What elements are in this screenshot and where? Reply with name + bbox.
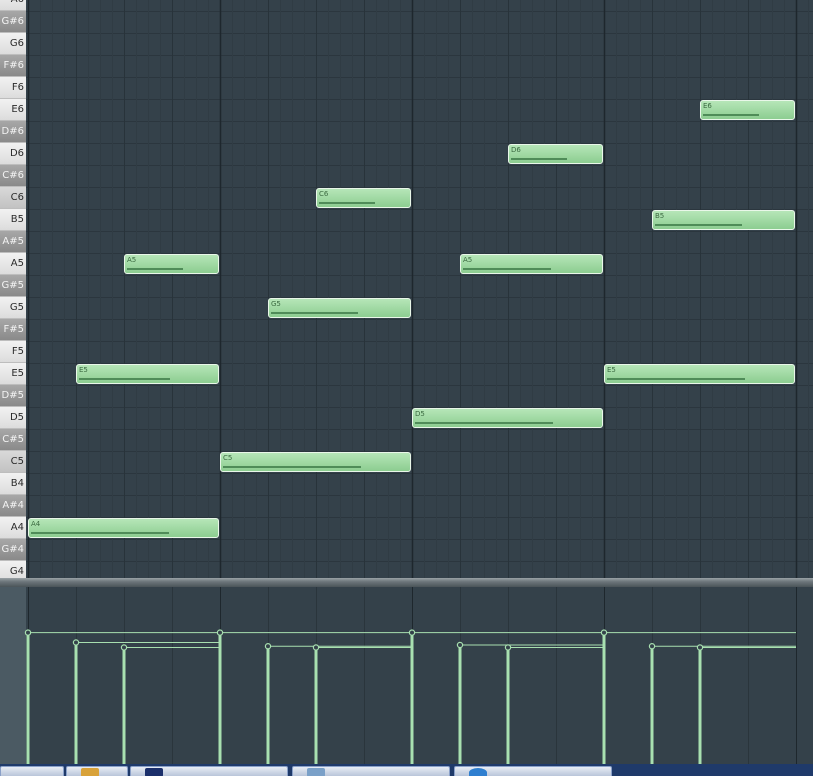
piano-key-d-sharp5[interactable]: D#5 [0,385,26,407]
piano-key-a-sharp4[interactable]: A#4 [0,495,26,517]
piano-key-c-sharp6[interactable]: C#6 [0,165,26,187]
taskbar-button-folder[interactable] [66,766,128,776]
note-velocity-bar [223,466,361,468]
folder-icon [81,768,99,776]
velocity-handle[interactable] [312,644,320,651]
piano-key-a5[interactable]: A5 [0,253,26,275]
piano-key-b5[interactable]: B5 [0,209,26,231]
velocity-handle[interactable] [24,629,32,636]
piano-key-g6[interactable]: G6 [0,33,26,55]
note-grid[interactable]: A4 E5 A5 C5 G5 C6 D5 A5 D6 E5 B5 E6 [26,0,813,578]
velocity-handle[interactable] [696,644,704,651]
taskbar-button-start[interactable] [0,766,64,776]
note-label: A4 [31,520,41,528]
velocity-handle[interactable] [120,644,128,651]
note-velocity-bar [463,268,551,270]
piano-key-a6[interactable]: A6 [0,0,26,11]
note-label: G5 [271,300,281,308]
note-label: B5 [655,212,665,220]
note-e6[interactable]: E6 [700,100,795,120]
note-velocity-bar [79,378,170,380]
taskbar-button-app[interactable] [292,766,450,776]
note-velocity-bar [415,422,553,424]
velocity-handle[interactable] [600,629,608,636]
fl-studio-icon [145,768,163,776]
note-b5[interactable]: B5 [652,210,795,230]
piano-key-c5[interactable]: C5 [0,451,26,473]
velocity-handle[interactable] [648,643,656,650]
note-g5[interactable]: G5 [268,298,411,318]
velocity-handle[interactable] [456,641,464,649]
piano-key-c-sharp5[interactable]: C#5 [0,429,26,451]
velocity-lanes [24,587,797,764]
note-d5[interactable]: D5 [412,408,603,428]
piano-key-b4[interactable]: B4 [0,473,26,495]
note-label: D6 [511,146,521,154]
note-velocity-bar [127,268,183,270]
event-editor[interactable] [0,587,813,764]
note-d6[interactable]: D6 [508,144,603,164]
piano-key-e6[interactable]: E6 [0,99,26,121]
browser-icon [469,768,487,776]
app-icon [307,768,325,776]
piano-key-f6[interactable]: F6 [0,77,26,99]
piano-key-g-sharp6[interactable]: G#6 [0,11,26,33]
piano-key-d6[interactable]: D6 [0,143,26,165]
velocity-handle[interactable] [72,639,80,646]
note-velocity-bar [511,158,567,160]
velocity-handle[interactable] [504,644,512,651]
velocity-handle[interactable] [216,629,224,636]
piano-key-c6[interactable]: C6 [0,187,26,209]
note-c5[interactable]: C5 [220,452,411,472]
note-c6[interactable]: C6 [316,188,411,208]
piano-roll-window: A6G#6G6F#6F6E6D#6D6C#6C6B5A#5A5G#5G5F#5F… [0,0,813,776]
note-velocity-bar [31,532,169,534]
piano-key-e5[interactable]: E5 [0,363,26,385]
piano-key-d-sharp6[interactable]: D#6 [0,121,26,143]
note-label: D5 [415,410,425,418]
piano-key-g-sharp4[interactable]: G#4 [0,539,26,561]
note-velocity-bar [271,312,358,314]
note-label: C6 [319,190,329,198]
note-label: E5 [79,366,88,374]
note-velocity-bar [607,378,745,380]
piano-key-f5[interactable]: F5 [0,341,26,363]
velocity-handle[interactable] [264,643,272,650]
note-label: A5 [463,256,473,264]
piano-key-d5[interactable]: D5 [0,407,26,429]
piano-key-a-sharp5[interactable]: A#5 [0,231,26,253]
note-e5[interactable]: E5 [76,364,219,384]
panel-divider[interactable] [0,578,813,587]
piano-key-f-sharp5[interactable]: F#5 [0,319,26,341]
grid-lines [26,0,813,578]
note-label: E6 [703,102,712,110]
piano-key-g-sharp5[interactable]: G#5 [0,275,26,297]
taskbar-button-fl-studio[interactable] [130,766,288,776]
note-velocity-bar [655,224,742,226]
note-a4[interactable]: A4 [28,518,219,538]
piano-key-g4[interactable]: G4 [0,561,26,578]
note-velocity-bar [703,114,759,116]
note-velocity-bar [319,202,375,204]
note-label: A5 [127,256,137,264]
piano-key-f-sharp6[interactable]: F#6 [0,55,26,77]
note-a5[interactable]: A5 [124,254,219,274]
piano-key-g5[interactable]: G5 [0,297,26,319]
velocity-handle[interactable] [408,629,416,636]
note-e5[interactable]: E5 [604,364,795,384]
taskbar [0,764,813,776]
note-label: C5 [223,454,233,462]
note-label: E5 [607,366,616,374]
piano-keyboard: A6G#6G6F#6F6E6D#6D6C#6C6B5A#5A5G#5G5F#5F… [0,0,26,578]
note-a5[interactable]: A5 [460,254,603,274]
piano-key-a4[interactable]: A4 [0,517,26,539]
taskbar-button-browser[interactable] [454,766,612,776]
